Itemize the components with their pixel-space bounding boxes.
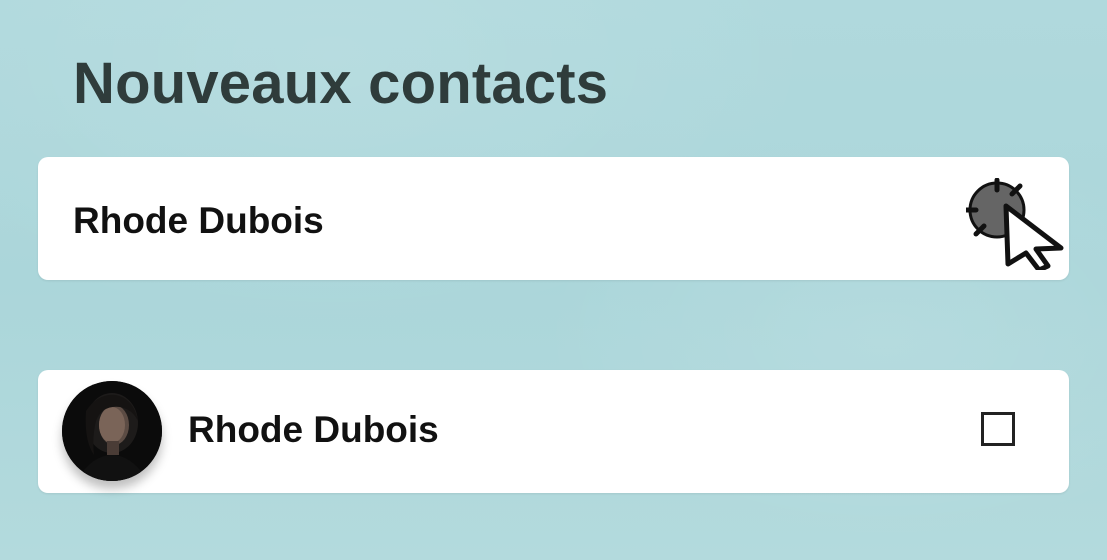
contact-avatar <box>62 381 162 481</box>
contact-card[interactable]: Rhode Dubois <box>38 157 1069 280</box>
contact-card[interactable]: Rhode Dubois <box>38 370 1069 493</box>
select-contact-checkbox[interactable] <box>981 412 1015 446</box>
contact-name: Rhode Dubois <box>188 409 439 450</box>
click-pointer-icon <box>963 177 1066 273</box>
section-title: Nouveaux contacts <box>73 51 609 116</box>
contact-name: Rhode Dubois <box>73 200 324 241</box>
